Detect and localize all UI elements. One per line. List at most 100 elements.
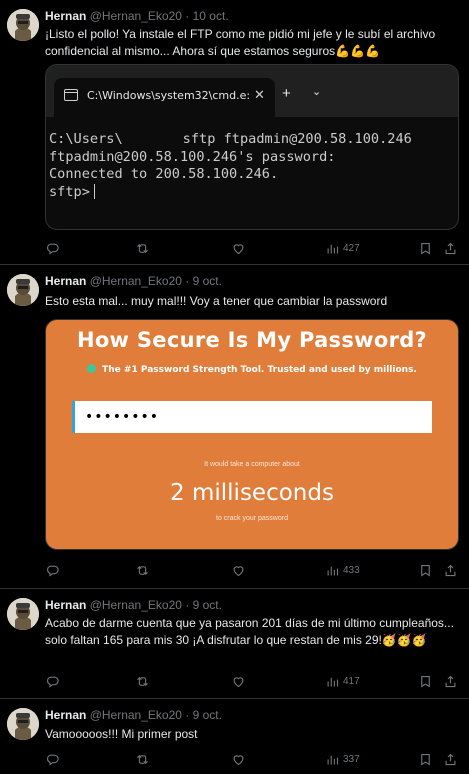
like-button[interactable]	[231, 561, 246, 579]
avatar[interactable]	[7, 9, 39, 41]
password-card-subtitle-text: The #1 Password Strength Tool. Trusted a…	[102, 365, 417, 375]
views-count: 427	[343, 242, 360, 254]
terminal-tab-title: C:\Windows\system32\cmd.e:	[87, 89, 251, 102]
avatar[interactable]	[7, 274, 39, 306]
share-icon	[445, 675, 456, 687]
views-count: 337	[343, 753, 360, 765]
views-button[interactable]: 337	[325, 750, 360, 768]
bookmark-icon	[421, 753, 430, 766]
redaction	[122, 131, 183, 145]
password-card-title: How Secure Is My Password?	[76, 328, 428, 352]
bookmark-button[interactable]	[418, 750, 433, 768]
share-button[interactable]	[443, 239, 458, 257]
retweet-button[interactable]	[135, 672, 150, 690]
bookmark-button[interactable]	[418, 561, 433, 579]
bookmark-icon	[421, 564, 430, 577]
share-button[interactable]	[443, 672, 458, 690]
tweet-actions: 433	[45, 561, 465, 579]
tweet-actions: 337	[45, 750, 465, 768]
tweet-text: Vamooooos!!! Mi primer post	[45, 727, 198, 741]
result-suffix: to crack your password	[216, 515, 288, 522]
author-name[interactable]: Hernan	[45, 9, 86, 23]
bookmark-icon	[421, 675, 430, 688]
author-handle[interactable]: @Hernan_Eko20	[90, 274, 182, 288]
views-icon	[327, 677, 339, 686]
avatar[interactable]	[7, 708, 39, 740]
author-name[interactable]: Hernan	[45, 274, 86, 288]
retweet-button[interactable]	[135, 561, 150, 579]
tweet-date[interactable]: 10 oct.	[193, 9, 229, 23]
tweet-date[interactable]: 9 oct.	[193, 274, 222, 288]
cmd-icon	[64, 89, 78, 101]
terminal-line-3: Connected to 200.58.100.246.	[49, 166, 279, 183]
terminal-screenshot[interactable]: C:\Windows\system32\cmd.e: ✕ + ⌄ C:\User…	[45, 64, 459, 230]
reply-icon	[47, 754, 59, 766]
terminal-cursor	[93, 183, 95, 199]
retweet-button[interactable]	[135, 750, 150, 768]
reply-icon	[47, 565, 59, 577]
tweet-3[interactable]: Hernan @Hernan_Eko20 · 9 oct. Acabo de d…	[0, 589, 469, 699]
terminal-tab: C:\Windows\system32\cmd.e: ✕	[54, 78, 275, 117]
retweet-button[interactable]	[135, 239, 150, 257]
tweet-date[interactable]: 9 oct.	[193, 708, 222, 722]
reply-icon	[47, 676, 59, 688]
views-icon	[327, 244, 339, 253]
terminal-titlebar: C:\Windows\system32\cmd.e: ✕ + ⌄	[46, 65, 458, 117]
author-name[interactable]: Hernan	[45, 598, 86, 612]
share-icon	[445, 753, 456, 765]
views-button[interactable]: 417	[325, 672, 360, 690]
close-icon: ✕	[254, 87, 265, 102]
share-button[interactable]	[443, 750, 458, 768]
share-button[interactable]	[443, 561, 458, 579]
like-button[interactable]	[231, 750, 246, 768]
like-icon	[233, 676, 244, 687]
like-icon	[233, 754, 244, 765]
tweet-4[interactable]: Hernan @Hernan_Eko20 · 9 oct. Vamooooos!…	[0, 699, 469, 774]
bookmark-button[interactable]	[418, 239, 433, 257]
separator: ·	[185, 274, 190, 288]
tweet-1[interactable]: Hernan @Hernan_Eko20 · 10 oct. ¡Listo el…	[0, 0, 469, 265]
separator: ·	[185, 708, 190, 722]
crack-time: 2 milliseconds	[170, 480, 334, 506]
views-icon	[327, 566, 339, 575]
separator: ·	[185, 598, 190, 612]
reply-button[interactable]	[45, 561, 60, 579]
password-input[interactable]	[75, 401, 432, 433]
tweet-header: Hernan @Hernan_Eko20 · 9 oct.	[45, 598, 222, 613]
tweet-header: Hernan @Hernan_Eko20 · 10 oct.	[45, 9, 229, 24]
reply-button[interactable]	[45, 750, 60, 768]
retweet-icon	[137, 676, 148, 686]
like-button[interactable]	[231, 672, 246, 690]
tweet-date[interactable]: 9 oct.	[193, 598, 222, 612]
bookmark-button[interactable]	[418, 672, 433, 690]
tweet-actions: 427	[45, 239, 465, 257]
like-icon	[233, 243, 244, 254]
terminal-output: C:\Users\ sftp ftpadmin@200.58.100.246 ft…	[49, 131, 412, 201]
views-count: 417	[343, 675, 360, 687]
share-icon	[445, 242, 456, 254]
bookmark-icon	[421, 242, 430, 255]
reply-button[interactable]	[45, 239, 60, 257]
views-icon	[327, 755, 339, 764]
like-button[interactable]	[231, 239, 246, 257]
terminal-line-1-suffix: sftp ftpadmin@200.58.100.246	[182, 131, 412, 147]
like-icon	[233, 565, 244, 576]
chevron-down-icon: ⌄	[312, 86, 322, 98]
tweet-header: Hernan @Hernan_Eko20 · 9 oct.	[45, 274, 222, 289]
result-prefix: It would take a computer about	[204, 461, 300, 468]
views-button[interactable]: 427	[325, 239, 360, 257]
share-icon	[445, 564, 456, 576]
retweet-icon	[137, 754, 148, 764]
author-name[interactable]: Hernan	[45, 708, 86, 722]
author-handle[interactable]: @Hernan_Eko20	[90, 9, 182, 23]
author-handle[interactable]: @Hernan_Eko20	[90, 598, 182, 612]
avatar[interactable]	[7, 598, 39, 630]
terminal-line-1-prefix: C:\Users\	[49, 131, 123, 147]
password-field[interactable]	[72, 401, 432, 433]
tweet-2[interactable]: Hernan @Hernan_Eko20 · 9 oct. Esto esta …	[0, 265, 469, 589]
tweet-actions: 417	[45, 672, 465, 690]
author-handle[interactable]: @Hernan_Eko20	[90, 708, 182, 722]
password-strength-image[interactable]: How Secure Is My Password? The #1 Passwo…	[45, 319, 459, 550]
views-button[interactable]: 433	[325, 561, 360, 579]
reply-button[interactable]	[45, 672, 60, 690]
